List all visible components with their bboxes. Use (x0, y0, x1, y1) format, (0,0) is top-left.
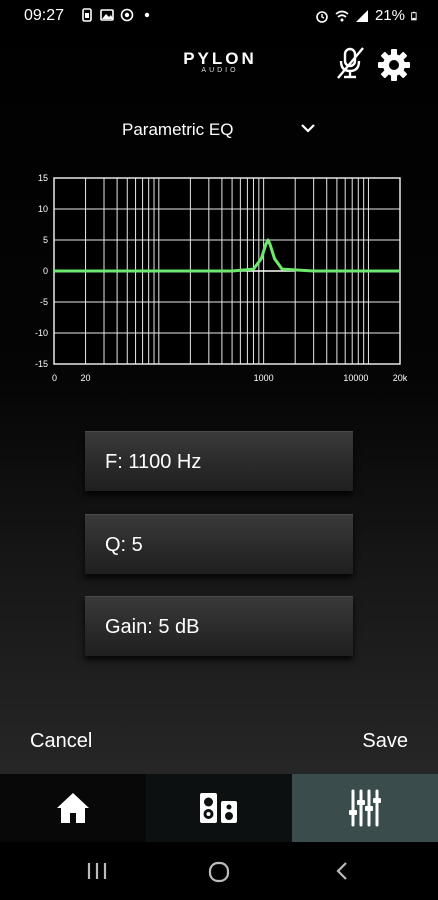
save-button[interactable]: Save (362, 730, 408, 753)
mic-off-icon[interactable] (334, 46, 366, 80)
notification-icon (120, 8, 134, 22)
recents-icon[interactable] (86, 861, 108, 881)
y-tick-label: 5 (43, 235, 48, 245)
status-left-icons (80, 8, 154, 22)
chevron-down-icon (301, 124, 315, 133)
gain-button[interactable]: Gain: 5 dB (85, 596, 353, 656)
status-bar: 09:27 21% (0, 0, 438, 32)
frequency-value: F: 1100 Hz (105, 451, 202, 473)
x-tick-label: 0 (52, 373, 57, 383)
nav-equalizer[interactable] (292, 774, 438, 842)
y-axis-ticks: 15 10 5 0 -5 -10 -15 (35, 173, 48, 369)
battery-icon (411, 11, 417, 20)
nav-speakers[interactable] (146, 774, 292, 842)
q-button[interactable]: Q: 5 (85, 514, 353, 574)
speakers-icon (200, 793, 237, 823)
sim-icon (82, 8, 92, 22)
x-axis-ticks: 0 20 1000 10000 20k (52, 373, 408, 383)
equalizer-icon (349, 789, 381, 827)
y-tick-label: -5 (40, 297, 48, 307)
logo-sub-text: AUDIO (201, 67, 239, 74)
wifi-icon (335, 10, 349, 21)
logo-main-text: PYLON (183, 49, 257, 68)
alarm-icon (316, 10, 328, 23)
x-tick-label: 20k (393, 373, 408, 383)
y-tick-label: 15 (38, 173, 48, 183)
battery-percent: 21% (374, 7, 405, 24)
y-tick-label: 10 (38, 204, 48, 214)
image-icon (100, 9, 114, 21)
system-nav-bar (0, 842, 438, 900)
x-tick-label: 10000 (343, 373, 368, 383)
filter-type-label: Parametric EQ (122, 120, 234, 139)
screen: 09:27 21% PYLON AUDIO Parametric EQ 15 1… (0, 0, 438, 900)
signal-icon (355, 9, 368, 22)
y-tick-label: -15 (35, 359, 48, 369)
nav-home[interactable] (0, 774, 146, 842)
cancel-button[interactable]: Cancel (30, 730, 92, 753)
eq-frequency-response-chart[interactable]: 15 10 5 0 -5 -10 -15 0 20 1000 10000 20k (30, 168, 410, 388)
home-circle-icon[interactable] (208, 861, 230, 883)
home-icon (57, 793, 89, 823)
y-tick-label: 0 (43, 266, 48, 276)
filter-type-dropdown[interactable]: Parametric EQ (100, 113, 340, 145)
bottom-nav (0, 774, 438, 842)
gain-value: Gain: 5 dB (105, 616, 200, 638)
gear-icon[interactable] (377, 48, 411, 82)
pylon-audio-logo: PYLON AUDIO (168, 50, 272, 75)
x-tick-label: 1000 (254, 373, 274, 383)
status-right: 21% (315, 7, 420, 24)
dot-icon (144, 12, 150, 18)
back-icon[interactable] (334, 861, 350, 881)
status-time: 09:27 (24, 7, 65, 24)
y-tick-label: -10 (35, 328, 48, 338)
q-value: Q: 5 (105, 534, 143, 556)
frequency-button[interactable]: F: 1100 Hz (85, 431, 353, 491)
x-tick-label: 20 (81, 373, 91, 383)
